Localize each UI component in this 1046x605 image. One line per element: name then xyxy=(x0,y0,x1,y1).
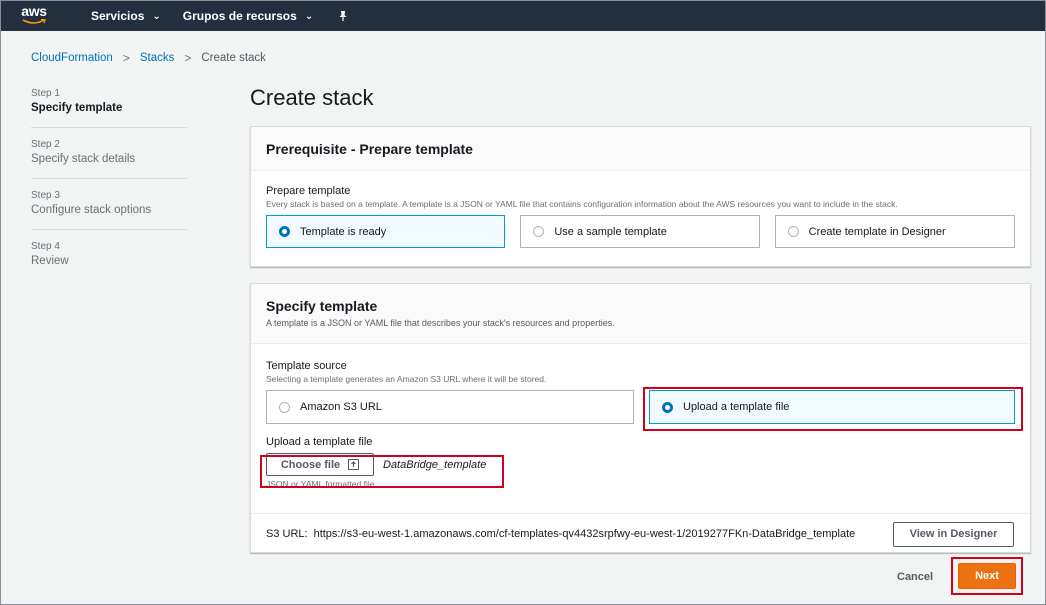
field-label: Prepare template xyxy=(266,185,351,197)
chevron-down-icon: ⌄ xyxy=(304,10,314,22)
option-use-sample-template[interactable]: Use a sample template xyxy=(520,215,760,248)
step-number: Step 2 xyxy=(31,139,60,150)
panel-header: Prerequisite - Prepare template xyxy=(251,127,1030,171)
step-title: Specify stack details xyxy=(31,153,136,165)
option-label: Amazon S3 URL xyxy=(300,401,382,413)
step-number: Step 4 xyxy=(31,241,60,252)
s3-url-row: S3 URL: https://s3-eu-west-1.amazonaws.c… xyxy=(251,513,1030,554)
step-number: Step 3 xyxy=(31,190,60,201)
breadcrumb: CloudFormation > Stacks > Create stack xyxy=(31,51,266,65)
aws-logo[interactable]: aws xyxy=(17,4,51,28)
panel-body: Prepare template Every stack is based on… xyxy=(251,171,1030,258)
s3-url-value: https://s3-eu-west-1.amazonaws.com/cf-te… xyxy=(313,528,856,540)
radio-icon xyxy=(279,401,290,413)
prerequisite-panel: Prerequisite - Prepare template Prepare … xyxy=(250,126,1031,267)
step-4: Step 4 Review xyxy=(31,240,187,280)
next-button[interactable]: Next xyxy=(958,563,1016,589)
step-title: Review xyxy=(31,255,69,267)
view-in-designer-label: View in Designer xyxy=(909,528,998,540)
chevron-down-icon: ⌄ xyxy=(152,10,161,22)
top-nav: aws Servicios ⌄ Grupos de recursos ⌄ xyxy=(1,1,1045,31)
option-label: Create template in Designer xyxy=(808,225,946,238)
nav-grupos-label: Grupos de recursos xyxy=(182,9,297,23)
step-1[interactable]: Step 1 Specify template xyxy=(31,87,187,128)
panel-title: Specify template xyxy=(266,298,378,314)
breadcrumb-current: Create stack xyxy=(201,52,266,64)
option-label: Use a sample template xyxy=(554,225,667,238)
nav-servicios[interactable]: Servicios ⌄ xyxy=(91,9,161,23)
option-amazon-s3-url[interactable]: Amazon S3 URL xyxy=(266,390,634,424)
pin-icon[interactable] xyxy=(337,9,351,23)
prepare-template-options: Template is ready Use a sample template … xyxy=(266,215,1015,248)
breadcrumb-cloudformation[interactable]: CloudFormation xyxy=(31,52,113,64)
option-create-in-designer[interactable]: Create template in Designer xyxy=(774,215,1015,248)
field-label: Template source xyxy=(266,360,347,372)
step-title: Specify template xyxy=(31,102,123,114)
panel-description: A template is a JSON or YAML file that d… xyxy=(266,318,615,328)
breadcrumb-stacks[interactable]: Stacks xyxy=(140,52,175,64)
chevron-right-icon: > xyxy=(184,51,192,65)
cancel-button[interactable]: Cancel xyxy=(897,571,933,583)
panel-title: Prerequisite - Prepare template xyxy=(266,141,473,157)
wizard-steps: Step 1 Specify template Step 2 Specify s… xyxy=(31,87,187,290)
step-number: Step 1 xyxy=(31,88,60,99)
nav-servicios-label: Servicios xyxy=(91,9,145,23)
option-template-is-ready[interactable]: Template is ready xyxy=(266,215,506,248)
page-title: Create stack xyxy=(250,85,374,110)
panel-header: Specify template A template is a JSON or… xyxy=(251,284,1030,344)
aws-logo-text: aws xyxy=(21,3,47,19)
highlight-choose-file xyxy=(260,455,504,488)
nav-grupos-de-recursos[interactable]: Grupos de recursos ⌄ xyxy=(183,9,313,23)
s3-url-label: S3 URL: xyxy=(266,528,308,540)
step-title: Configure stack options xyxy=(31,204,152,216)
radio-icon xyxy=(787,226,799,237)
radio-icon xyxy=(533,226,545,237)
radio-selected-icon xyxy=(279,226,290,237)
aws-smile-icon xyxy=(22,19,46,24)
chevron-right-icon: > xyxy=(122,51,130,65)
highlight-upload-option xyxy=(643,387,1023,431)
field-description: Every stack is based on a template. A te… xyxy=(266,199,898,209)
step-3: Step 3 Configure stack options xyxy=(31,189,187,230)
step-2: Step 2 Specify stack details xyxy=(31,138,187,179)
view-in-designer-button[interactable]: View in Designer xyxy=(893,521,1014,547)
upload-field-label: Upload a template file xyxy=(266,436,373,448)
option-label: Template is ready xyxy=(300,225,387,238)
field-description: Selecting a template generates an Amazon… xyxy=(266,374,547,384)
